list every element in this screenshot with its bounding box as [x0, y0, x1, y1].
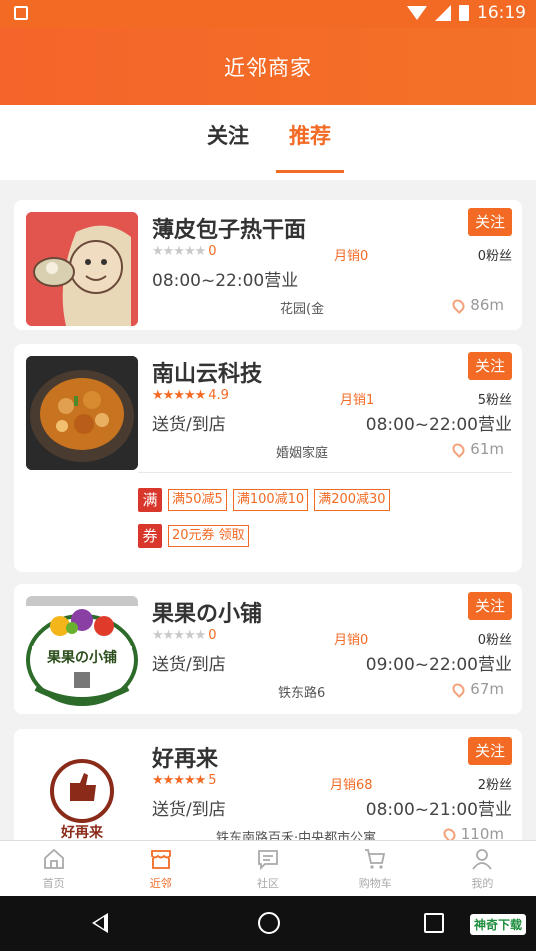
full-reduction-tag: 满 — [138, 488, 162, 512]
person-icon — [472, 849, 493, 870]
watermark: 神奇下载 — [469, 914, 526, 935]
shop-thumbnail: 好再来 — [26, 741, 138, 855]
home-circle-icon[interactable] — [258, 912, 280, 934]
fans-count: 0粉丝 — [477, 249, 512, 264]
promo-item: 满50减5 — [168, 489, 227, 511]
fans-count: 0粉丝 — [477, 633, 512, 648]
chat-icon — [258, 850, 278, 871]
business-hours: 09:00~22:00营业 — [365, 655, 512, 675]
business-hours: 08:00~22:00营业 — [365, 415, 512, 435]
fans-count: 5粉丝 — [477, 393, 512, 408]
promo-item: 满100减10 — [232, 489, 309, 511]
shop-address: 花园(金 — [280, 302, 325, 317]
nav-nearby[interactable]: 近邻 — [107, 841, 214, 896]
shop-thumbnail — [26, 356, 138, 470]
location-pin-icon — [450, 680, 468, 698]
battery-icon — [459, 5, 469, 21]
shop-name: 果果の小铺 — [152, 602, 263, 627]
promo-coupon: 券 20元券 领取 — [138, 524, 249, 548]
shop-card[interactable]: 薄皮包子热干面 关注 ★★★★★ 0 月销0 0粉丝 08:00~22:00营业 … — [14, 200, 522, 330]
delivery-mode: 送货/到店 — [152, 655, 226, 675]
page-title: 近邻商家 — [224, 56, 312, 80]
follow-button[interactable]: 关注 — [468, 737, 512, 765]
status-time: 16:19 — [477, 3, 526, 23]
haozailai-logo: 好再来 — [50, 759, 114, 841]
shop-thumbnail — [26, 212, 138, 326]
tab-bar: 关注 推荐 — [0, 105, 536, 180]
business-hours: 08:00~22:00营业 — [152, 271, 299, 291]
delivery-mode: 送货/到店 — [152, 800, 226, 820]
fans-count: 2粉丝 — [477, 778, 512, 793]
tab-recommend[interactable]: 推荐 — [276, 121, 344, 173]
follow-button[interactable]: 关注 — [468, 592, 512, 620]
notification-icon — [14, 6, 28, 20]
distance: 86m — [450, 296, 504, 314]
star-rating: ★★★★★ 5 — [152, 773, 217, 788]
claim-coupon-button[interactable]: 20元券 领取 — [168, 525, 249, 547]
shop-card[interactable]: 南山云科技 关注 ★★★★★ 4.9 月销1 5粉丝 送货/到店 08:00~22… — [14, 344, 522, 572]
chef-illustration — [26, 212, 138, 326]
signal-icon — [435, 5, 451, 21]
bottom-nav: 首页 近邻 社区 购物车 我的 — [0, 840, 536, 896]
shop-address: 婚姻家庭 — [276, 446, 329, 461]
star-rating: ★★★★★ 4.9 — [152, 388, 229, 403]
promo-full-reduction: 满 满50减5 满100减10 满200减30 — [138, 488, 390, 512]
distance: 61m — [450, 440, 504, 458]
shop-address: 铁东路6 — [278, 686, 326, 701]
food-dish-image — [26, 356, 138, 470]
monthly-sales: 月销68 — [330, 778, 373, 793]
location-pin-icon — [450, 296, 468, 314]
monthly-sales: 月销1 — [340, 393, 375, 408]
app-bar: 近邻商家 — [0, 28, 536, 105]
location-pin-icon — [450, 440, 468, 458]
promo-item: 满200减30 — [314, 489, 390, 511]
svg-text:好再来: 好再来 — [60, 824, 104, 841]
shop-card[interactable]: 好再来 好再来 关注 ★★★★★ 5 月销68 2粉丝 送货/到店 08:00~2… — [14, 729, 522, 855]
tab-follow[interactable]: 关注 — [190, 121, 266, 173]
delivery-mode: 送货/到店 — [152, 415, 226, 435]
wifi-icon — [407, 6, 427, 20]
back-icon[interactable] — [92, 913, 108, 933]
status-bar: 16:19 — [0, 0, 536, 28]
shop-name: 薄皮包子热干面 — [152, 218, 307, 243]
home-icon — [43, 848, 64, 869]
nav-cart[interactable]: 购物车 — [322, 841, 429, 896]
recent-apps-icon[interactable] — [424, 913, 444, 933]
svg-text:果果の小铺: 果果の小铺 — [46, 649, 117, 666]
shop-name: 好再来 — [152, 747, 219, 772]
system-nav-bar: 神奇下载 — [0, 896, 536, 951]
nav-community[interactable]: 社区 — [214, 841, 321, 896]
fruit-shop-logo: 果果の小铺 — [26, 596, 138, 706]
monthly-sales: 月销0 — [334, 249, 369, 264]
monthly-sales: 月销0 — [334, 633, 369, 648]
shop-name: 南山云科技 — [152, 362, 263, 387]
nav-home[interactable]: 首页 — [0, 841, 107, 896]
follow-button[interactable]: 关注 — [468, 208, 512, 236]
shop-thumbnail: 果果の小铺 — [26, 596, 138, 710]
cart-icon — [365, 849, 386, 869]
star-rating: ★★★★★ 0 — [152, 628, 217, 643]
distance: 67m — [450, 680, 504, 698]
coupon-tag: 券 — [138, 524, 162, 548]
store-icon — [150, 850, 171, 869]
business-hours: 08:00~21:00营业 — [365, 800, 512, 820]
divider — [138, 472, 512, 473]
follow-button[interactable]: 关注 — [468, 352, 512, 380]
shop-card[interactable]: 果果の小铺 果果の小铺 关注 ★★★★★ 0 月销0 0粉丝 送货/到店 09:0… — [14, 584, 522, 714]
star-rating: ★★★★★ 0 — [152, 244, 217, 259]
nav-mine[interactable]: 我的 — [429, 841, 536, 896]
